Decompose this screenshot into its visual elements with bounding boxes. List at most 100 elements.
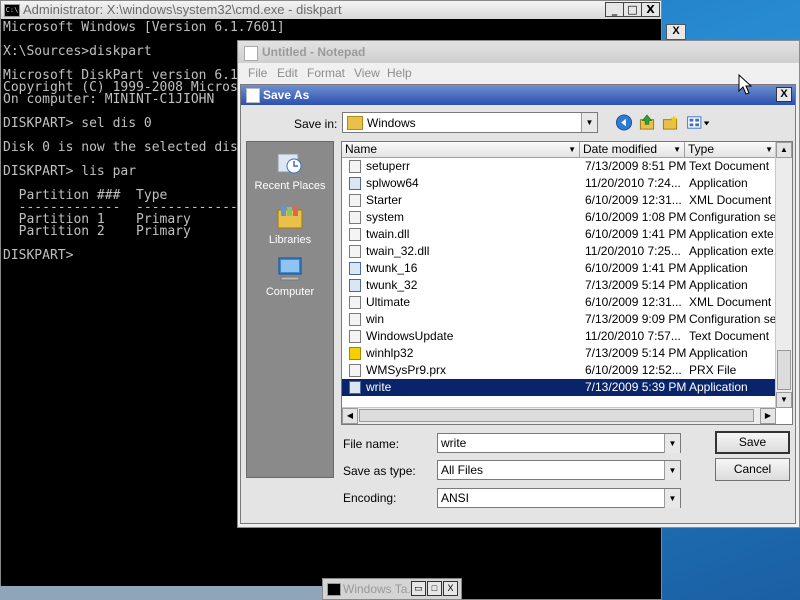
column-header-date[interactable]: Date modified ▼ bbox=[580, 142, 685, 158]
scroll-right-icon[interactable]: ▶ bbox=[760, 408, 776, 424]
background-window-close-button[interactable]: X bbox=[666, 24, 686, 40]
dll-file-icon bbox=[349, 245, 361, 258]
file-row[interactable]: twain.dll 6/10/2009 1:41 PM Application ex… bbox=[342, 226, 779, 243]
computer-icon bbox=[278, 257, 302, 281]
save-button[interactable]: Save bbox=[715, 431, 790, 454]
dialog-titlebar[interactable]: Save As X bbox=[241, 85, 795, 105]
file-date: 11/20/2010 7:57... bbox=[585, 329, 681, 343]
save-as-type-dropdown[interactable]: All Files ▼ bbox=[437, 460, 681, 480]
file-type: Configuration se... bbox=[689, 312, 779, 326]
encoding-label: Encoding: bbox=[343, 491, 397, 505]
horizontal-scroll-thumb[interactable] bbox=[359, 409, 754, 422]
chevron-down-icon[interactable]: ▼ bbox=[581, 113, 597, 132]
file-name-label: File name: bbox=[343, 437, 400, 451]
dialog-title: Save As bbox=[263, 88, 310, 102]
new-folder-icon[interactable] bbox=[661, 114, 679, 131]
cmd-title: Administrator: X:\windows\system32\cmd.e… bbox=[23, 2, 342, 17]
chevron-down-icon[interactable]: ▼ bbox=[664, 434, 680, 453]
file-date: 7/13/2009 8:51 PM bbox=[585, 159, 687, 173]
mouse-cursor-icon bbox=[738, 74, 753, 95]
taskbar-restore-icon[interactable]: ▭ bbox=[411, 581, 426, 596]
place-label: Computer bbox=[265, 286, 315, 298]
application-icon bbox=[349, 177, 361, 190]
libraries-icon bbox=[277, 206, 303, 229]
place-computer[interactable]: Computer bbox=[247, 252, 333, 302]
encoding-dropdown[interactable]: ANSI ▼ bbox=[437, 488, 681, 508]
column-label: Date modified bbox=[583, 142, 658, 156]
vertical-scrollbar[interactable]: ▲ ▼ bbox=[775, 142, 792, 408]
taskbar-close-icon[interactable]: X bbox=[443, 581, 458, 596]
menu-help[interactable]: Help bbox=[387, 66, 412, 80]
taskbar-item[interactable]: Windows Ta... ▭ □ X bbox=[322, 578, 462, 600]
menu-format[interactable]: Format bbox=[307, 66, 345, 80]
file-row[interactable]: twunk_32 7/13/2009 5:14 PM Application bbox=[342, 277, 776, 294]
file-type: Configuration se... bbox=[689, 210, 779, 224]
file-type: Text Document bbox=[689, 329, 770, 343]
menu-edit[interactable]: Edit bbox=[277, 66, 298, 80]
scroll-up-icon[interactable]: ▲ bbox=[776, 142, 792, 158]
file-row[interactable]: twain_32.dll 11/20/2010 7:25... Applicatio… bbox=[342, 243, 779, 260]
file-row[interactable]: WindowsUpdate 11/20/2010 7:57... Text Docu… bbox=[342, 328, 776, 345]
file-row[interactable]: write 7/13/2009 5:39 PM Application bbox=[342, 379, 776, 396]
file-name: setuperr bbox=[366, 159, 411, 173]
file-row[interactable]: system 6/10/2009 1:08 PM Configuration se.… bbox=[342, 209, 779, 226]
text-file-icon bbox=[349, 160, 361, 173]
file-name: system bbox=[366, 210, 405, 224]
cmd-titlebar[interactable]: C:\ Administrator: X:\windows\system32\c… bbox=[1, 1, 661, 19]
views-menu-icon[interactable] bbox=[686, 114, 712, 131]
dialog-close-button[interactable]: X bbox=[776, 87, 792, 102]
file-row[interactable]: Ultimate 6/10/2009 12:31... XML Document bbox=[342, 294, 776, 311]
column-header-type[interactable]: Type ▼ bbox=[685, 142, 777, 158]
chevron-down-icon[interactable]: ▼ bbox=[765, 142, 773, 157]
taskbar-item-label: Windows Ta... bbox=[343, 582, 418, 596]
save-in-dropdown[interactable]: Windows ▼ bbox=[342, 112, 598, 133]
xml-file-icon bbox=[349, 194, 361, 207]
vertical-scroll-thumb[interactable] bbox=[777, 350, 791, 390]
console-line: Disk 0 is now the selected dis bbox=[3, 140, 238, 155]
scroll-down-icon[interactable]: ▼ bbox=[776, 392, 792, 408]
folder-icon bbox=[347, 116, 363, 130]
back-icon[interactable] bbox=[615, 114, 633, 131]
menu-file[interactable]: File bbox=[248, 66, 267, 80]
file-name-input[interactable]: write ▼ bbox=[437, 433, 681, 453]
file-type: PRX File bbox=[689, 363, 737, 377]
cmd-minimize-button[interactable]: _ bbox=[605, 2, 624, 17]
menu-view[interactable]: View bbox=[354, 66, 380, 80]
column-header-name[interactable]: Name ▼ bbox=[342, 142, 580, 158]
file-row[interactable]: WMSysPr9.prx 6/10/2009 12:52... PRX File bbox=[342, 362, 776, 379]
console-line: Partition 2 Primary bbox=[3, 224, 191, 239]
save-as-dialog[interactable]: Save As X Save in: Windows ▼ Recent Plac… bbox=[240, 84, 796, 524]
place-recent-places[interactable]: Recent Places bbox=[247, 146, 333, 196]
console-line: DISKPART> sel dis 0 bbox=[3, 116, 152, 131]
cmd-icon: C:\ bbox=[4, 4, 20, 17]
file-date: 6/10/2009 12:52... bbox=[585, 363, 682, 377]
taskbar-maximize-icon[interactable]: □ bbox=[427, 581, 442, 596]
notepad-titlebar[interactable]: Untitled - Notepad bbox=[238, 41, 799, 63]
file-row[interactable]: splwow64 11/20/2010 7:24... Application bbox=[342, 175, 776, 192]
help-icon bbox=[349, 347, 361, 360]
file-name: WindowsUpdate bbox=[366, 329, 454, 343]
file-row[interactable]: Starter 6/10/2009 12:31... XML Document bbox=[342, 192, 776, 209]
scroll-left-icon[interactable]: ◀ bbox=[342, 408, 358, 424]
chevron-down-icon[interactable]: ▼ bbox=[568, 142, 576, 157]
file-date: 6/10/2009 12:31... bbox=[585, 193, 682, 207]
file-row[interactable]: twunk_16 6/10/2009 1:41 PM Application bbox=[342, 260, 776, 277]
file-row[interactable]: win 7/13/2009 9:09 PM Configuration se... bbox=[342, 311, 779, 328]
file-type: XML Document bbox=[689, 193, 772, 207]
cancel-button[interactable]: Cancel bbox=[715, 458, 790, 481]
cmd-maximize-button[interactable]: □ bbox=[623, 2, 642, 17]
file-row[interactable]: winhlp32 7/13/2009 5:14 PM Application bbox=[342, 345, 776, 362]
notepad-icon bbox=[244, 46, 258, 61]
chevron-down-icon[interactable]: ▼ bbox=[664, 489, 680, 508]
horizontal-scrollbar[interactable]: ◀ ▶ bbox=[342, 407, 776, 424]
chevron-down-icon[interactable]: ▼ bbox=[673, 142, 681, 157]
up-folder-icon[interactable] bbox=[638, 114, 656, 131]
chevron-down-icon[interactable]: ▼ bbox=[664, 461, 680, 480]
cmd-close-button[interactable]: X bbox=[641, 2, 660, 17]
file-list[interactable]: Name ▼ Date modified ▼ Type ▼ setuperr 7/13/… bbox=[341, 141, 793, 425]
save-as-type-label: Save as type: bbox=[343, 464, 416, 478]
cmd-icon bbox=[327, 583, 341, 596]
place-libraries[interactable]: Libraries bbox=[247, 200, 333, 250]
file-row[interactable]: setuperr 7/13/2009 8:51 PM Text Document bbox=[342, 158, 776, 175]
file-name: twunk_32 bbox=[366, 278, 418, 292]
